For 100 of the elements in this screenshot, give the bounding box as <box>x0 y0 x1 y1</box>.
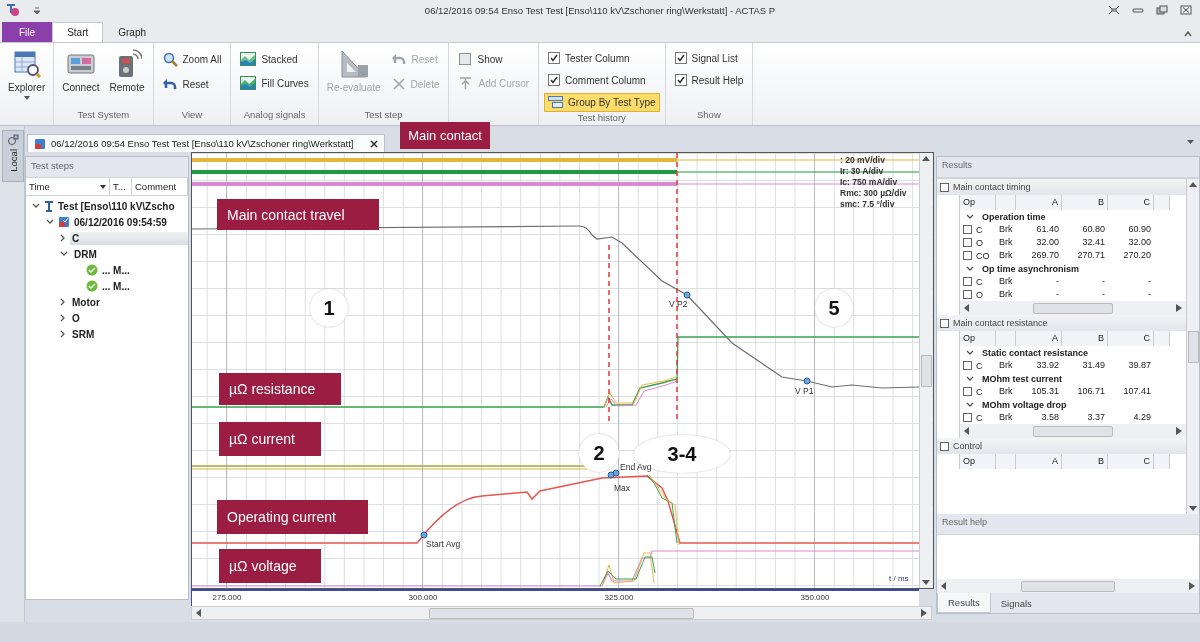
chevron-down-icon[interactable] <box>60 251 68 257</box>
column-header[interactable]: C <box>1108 195 1154 210</box>
chevron-down-icon[interactable] <box>966 375 974 382</box>
scroll-left-icon[interactable] <box>964 304 970 312</box>
marker-point[interactable] <box>803 377 811 385</box>
panel-tab[interactable]: Results <box>937 593 991 613</box>
column-header[interactable]: B <box>1062 195 1108 210</box>
chevron-right-icon[interactable] <box>60 234 66 242</box>
tree-item[interactable]: 06/12/2016 09:54:59 <box>72 215 188 229</box>
checkbox[interactable] <box>674 74 687 86</box>
panel-tab[interactable]: Signals <box>990 593 1042 613</box>
marker-point[interactable] <box>612 469 620 477</box>
column-header[interactable]: Time <box>26 178 110 195</box>
tree-item[interactable]: DRM <box>72 247 188 261</box>
checkbox-label[interactable]: Signal List <box>691 52 738 64</box>
app-icon[interactable] <box>6 3 20 17</box>
scroll-right-icon[interactable] <box>921 609 927 617</box>
scroll-thumb[interactable] <box>1032 302 1114 314</box>
tree-item[interactable]: Test [Enso\110 kV\Zscho <box>56 199 188 213</box>
side-tab[interactable]: Local <box>2 130 24 182</box>
scroll-thumb[interactable] <box>920 354 932 387</box>
checkbox-label[interactable]: Tester Column <box>565 52 630 64</box>
checkbox[interactable] <box>548 74 561 86</box>
chevron-down-icon[interactable] <box>32 203 40 209</box>
dropdown-icon[interactable] <box>1187 140 1194 144</box>
vertical-scrollbar[interactable] <box>1186 179 1199 514</box>
restore-icon[interactable] <box>1156 5 1168 15</box>
chevron-down-icon[interactable] <box>966 401 974 408</box>
column-header[interactable]: C <box>1108 454 1154 469</box>
column-header[interactable]: A <box>1016 454 1062 469</box>
scroll-left-icon[interactable] <box>941 582 947 590</box>
checkbox-label[interactable]: Result Help <box>691 74 744 86</box>
collapse-icon[interactable] <box>940 182 949 192</box>
scroll-thumb[interactable] <box>1187 330 1199 363</box>
close-icon[interactable] <box>1180 5 1192 15</box>
column-header[interactable]: A <box>1016 195 1062 210</box>
ribbon-tab[interactable]: Start <box>52 22 104 42</box>
column-header[interactable]: B <box>1062 454 1108 469</box>
chevron-down-icon[interactable] <box>46 219 54 225</box>
tree-item[interactable]: ... M... <box>100 279 188 293</box>
chevron-right-icon[interactable] <box>60 330 66 338</box>
caret-icon[interactable] <box>100 184 106 189</box>
document-tab[interactable]: 06/12/2016 09:54 Enso Test Test [Enso\110 kV\Zschoner ring\Werkstatt] <box>27 134 386 152</box>
tree-item[interactable]: O <box>70 311 188 325</box>
marker-point[interactable] <box>607 471 615 479</box>
ribbon-button[interactable]: Remote <box>106 47 148 109</box>
scroll-thumb[interactable] <box>1021 580 1115 592</box>
scroll-down-icon[interactable] <box>1189 506 1197 511</box>
column-header[interactable]: Op <box>960 195 996 210</box>
scroll-thumb[interactable] <box>1032 425 1114 437</box>
tree-item[interactable]: SRM <box>70 327 188 341</box>
scroll-thumb[interactable] <box>428 607 695 619</box>
ribbon-tab[interactable]: Graph <box>103 22 162 42</box>
scroll-right-icon[interactable] <box>1176 427 1182 435</box>
scroll-left-icon[interactable] <box>196 609 202 617</box>
column-header[interactable]: A <box>1016 331 1062 346</box>
horizontal-scrollbar[interactable] <box>191 606 932 620</box>
marker-point[interactable] <box>683 291 691 299</box>
close-icon[interactable] <box>370 139 379 148</box>
ribbon-button[interactable]: Show <box>454 49 534 69</box>
chevron-right-icon[interactable] <box>60 314 66 322</box>
tree-item[interactable]: ... M... <box>100 263 188 277</box>
horizontal-scrollbar[interactable] <box>960 301 1186 315</box>
expand-icon[interactable] <box>963 361 972 370</box>
ribbon-button[interactable]: Connect <box>59 47 103 109</box>
tree-item[interactable]: Motor <box>70 295 188 309</box>
chevron-down-icon[interactable] <box>966 213 974 220</box>
scroll-up-icon[interactable] <box>922 156 930 161</box>
fullscreen-icon[interactable] <box>1108 5 1120 15</box>
column-header[interactable]: B <box>1062 331 1108 346</box>
collapse-icon[interactable] <box>940 441 949 451</box>
column-header[interactable]: Comment <box>132 178 188 195</box>
horizontal-scrollbar[interactable] <box>960 424 1186 438</box>
column-header[interactable]: T... <box>110 178 132 195</box>
vertical-scrollbar[interactable] <box>919 153 932 588</box>
minimize-icon[interactable] <box>1132 5 1144 15</box>
ribbon-button[interactable]: Fill Curves <box>236 73 313 93</box>
collapse-icon[interactable] <box>940 318 949 328</box>
scroll-down-icon[interactable] <box>922 580 930 585</box>
column-header[interactable]: Op <box>960 454 996 469</box>
toggle-button[interactable]: Group By Test Type <box>544 93 660 112</box>
chevron-down-icon[interactable] <box>966 265 974 272</box>
checkbox-label[interactable]: Comment Column <box>565 74 646 86</box>
chevron-down-icon[interactable] <box>966 349 974 356</box>
quick-access-icon[interactable] <box>34 6 40 14</box>
ribbon-button[interactable]: Stacked <box>236 49 313 69</box>
expand-icon[interactable] <box>963 413 972 422</box>
collapse-ribbon-icon[interactable] <box>1184 31 1192 37</box>
tree-item[interactable]: C <box>70 231 188 245</box>
checkbox[interactable] <box>548 52 561 64</box>
ribbon-button[interactable]: Explorer <box>5 47 49 109</box>
horizontal-scrollbar[interactable] <box>937 579 1199 593</box>
scroll-up-icon[interactable] <box>1189 182 1197 187</box>
column-header[interactable]: Op <box>960 331 996 346</box>
expand-icon[interactable] <box>963 387 972 396</box>
chevron-right-icon[interactable] <box>60 298 66 306</box>
scroll-right-icon[interactable] <box>1189 582 1195 590</box>
checkbox[interactable] <box>674 52 687 64</box>
column-header[interactable]: C <box>1108 331 1154 346</box>
cursor-line[interactable] <box>608 244 610 424</box>
